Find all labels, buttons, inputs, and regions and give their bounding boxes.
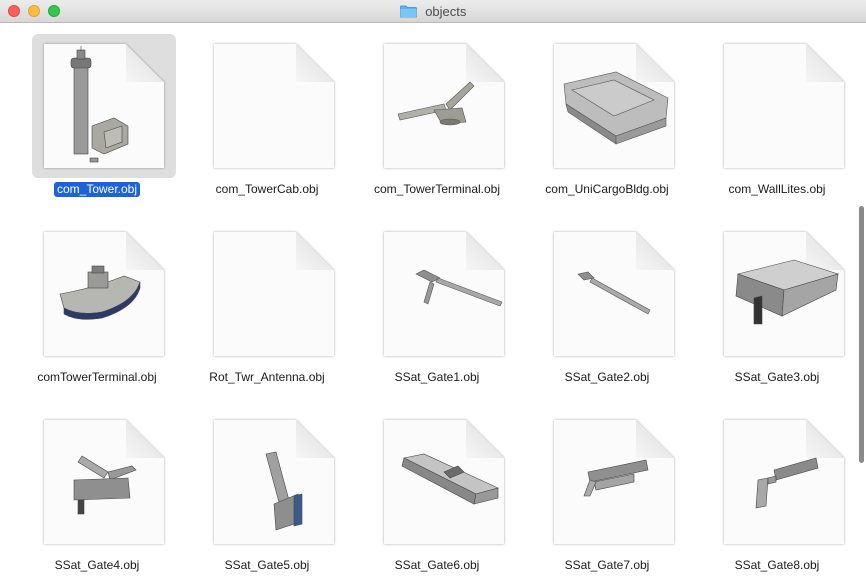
terminal-curve-preview-icon <box>59 265 141 320</box>
gate-diag-preview-icon <box>583 459 649 497</box>
gate-wide-preview-icon <box>401 453 499 505</box>
file-name: comTowerTerminal.obj <box>37 370 157 384</box>
file-item[interactable]: SSat_Gate1.obj <box>352 212 522 402</box>
file-thumbnail[interactable] <box>724 420 844 544</box>
file-item[interactable]: SSat_Gate6.obj <box>352 400 522 582</box>
blank-preview-icon <box>214 232 334 356</box>
title-bar[interactable]: objects <box>0 0 866 23</box>
file-name-label[interactable]: SSat_Gate3.obj <box>692 370 862 385</box>
file-name-label[interactable]: com_UniCargoBldg.obj <box>522 182 692 197</box>
file-grid[interactable]: com_Tower.obj com_TowerCab.obj com_TowerTe… <box>0 24 866 582</box>
file-item[interactable]: Rot_Twr_Antenna.obj <box>182 212 352 402</box>
file-name-label[interactable]: SSat_Gate5.obj <box>182 558 352 573</box>
file-thumbnail[interactable] <box>384 44 504 168</box>
file-name: SSat_Gate7.obj <box>564 558 650 572</box>
file-thumbnail[interactable] <box>554 420 674 544</box>
file-item[interactable]: SSat_Gate8.obj <box>692 400 862 582</box>
file-item[interactable]: SSat_Gate3.obj <box>692 212 862 402</box>
file-item[interactable]: com_Tower.obj <box>12 24 182 214</box>
file-name-label[interactable]: comTowerTerminal.obj <box>12 370 182 385</box>
file-item[interactable]: com_TowerTerminal.obj <box>352 24 522 214</box>
file-name: SSat_Gate6.obj <box>394 558 480 572</box>
file-name-label[interactable]: SSat_Gate2.obj <box>522 370 692 385</box>
file-name: SSat_Gate1.obj <box>394 370 480 384</box>
file-name: com_Tower.obj <box>53 182 141 197</box>
file-name-label[interactable]: SSat_Gate1.obj <box>352 370 522 385</box>
file-name: SSat_Gate5.obj <box>224 558 310 572</box>
vertical-scrollbar[interactable] <box>856 24 866 582</box>
window-title: objects <box>425 4 467 19</box>
file-name: com_TowerTerminal.obj <box>373 182 501 196</box>
file-thumbnail[interactable] <box>214 232 334 356</box>
file-name: SSat_Gate3.obj <box>734 370 820 384</box>
file-item[interactable]: comTowerTerminal.obj <box>12 212 182 402</box>
file-name-label[interactable]: com_Tower.obj <box>12 182 182 197</box>
file-item[interactable]: com_UniCargoBldg.obj <box>522 24 692 214</box>
file-name-label[interactable]: Rot_Twr_Antenna.obj <box>182 370 352 385</box>
file-name: SSat_Gate4.obj <box>54 558 140 572</box>
file-name-label[interactable]: com_TowerCab.obj <box>182 182 352 197</box>
file-thumbnail[interactable] <box>554 44 674 168</box>
file-thumbnail[interactable] <box>724 232 844 356</box>
file-name-label[interactable]: SSat_Gate4.obj <box>12 558 182 573</box>
file-name: com_WallLites.obj <box>728 182 826 196</box>
file-item[interactable]: SSat_Gate7.obj <box>522 400 692 582</box>
file-thumbnail[interactable] <box>44 232 164 356</box>
file-name: SSat_Gate8.obj <box>734 558 820 572</box>
file-item[interactable]: SSat_Gate5.obj <box>182 400 352 582</box>
gate-v-preview-icon <box>73 455 137 515</box>
file-thumbnail[interactable] <box>384 420 504 544</box>
file-thumbnail[interactable] <box>44 44 164 168</box>
file-name-label[interactable]: com_WallLites.obj <box>692 182 862 197</box>
file-name: com_UniCargoBldg.obj <box>545 182 669 196</box>
gate-thin-preview-icon <box>577 271 651 315</box>
file-thumbnail[interactable] <box>44 420 164 544</box>
blank-preview-icon <box>724 44 844 168</box>
file-name: com_TowerCab.obj <box>215 182 319 196</box>
file-name-label[interactable]: SSat_Gate6.obj <box>352 558 522 573</box>
file-name: Rot_Twr_Antenna.obj <box>209 370 325 384</box>
tower-preview-icon <box>70 46 129 163</box>
file-thumbnail[interactable] <box>384 232 504 356</box>
file-name-label[interactable]: SSat_Gate7.obj <box>522 558 692 573</box>
file-name-label[interactable]: com_TowerTerminal.obj <box>352 182 522 197</box>
file-thumbnail[interactable] <box>554 232 674 356</box>
file-thumbnail[interactable] <box>214 44 334 168</box>
gate-l-preview-icon <box>265 451 303 531</box>
folder-icon <box>399 5 417 18</box>
cargo-building-preview-icon <box>563 71 669 145</box>
file-name-label[interactable]: SSat_Gate8.obj <box>692 558 862 573</box>
gate-long-preview-icon <box>415 269 503 307</box>
window-title-group: objects <box>0 4 866 19</box>
file-item[interactable]: SSat_Gate4.obj <box>12 400 182 582</box>
scroll-thumb[interactable] <box>859 206 864 463</box>
terminal-wing-preview-icon <box>397 81 475 126</box>
file-name: SSat_Gate2.obj <box>564 370 650 384</box>
file-item[interactable]: com_TowerCab.obj <box>182 24 352 214</box>
file-item[interactable]: com_WallLites.obj <box>692 24 862 214</box>
blank-preview-icon <box>214 44 334 168</box>
file-thumbnail[interactable] <box>214 420 334 544</box>
gate-bend-preview-icon <box>755 457 819 509</box>
file-thumbnail[interactable] <box>724 44 844 168</box>
file-item[interactable]: SSat_Gate2.obj <box>522 212 692 402</box>
gate-block-preview-icon <box>735 259 840 325</box>
